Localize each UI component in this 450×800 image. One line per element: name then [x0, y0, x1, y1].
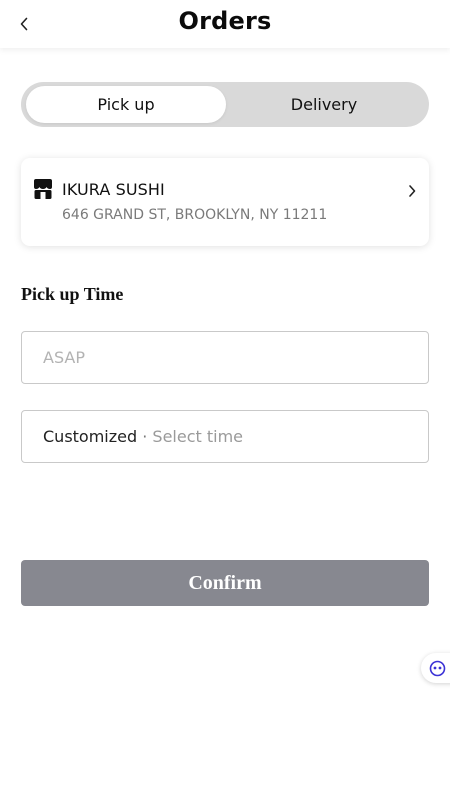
- customized-time-field[interactable]: Customized · Select time: [21, 410, 429, 463]
- confirm-button[interactable]: Confirm: [21, 560, 429, 606]
- header-bar: Orders: [0, 0, 450, 48]
- back-button[interactable]: [12, 10, 36, 38]
- customized-time-text: Customized · Select time: [43, 427, 243, 446]
- asap-time-field[interactable]: ASAP: [21, 331, 429, 384]
- store-card[interactable]: IKURA SUSHI 646 GRAND ST, BROOKLYN, NY 1…: [21, 158, 429, 246]
- select-time-placeholder: Select time: [152, 427, 244, 446]
- pickup-tab[interactable]: Pick up: [26, 86, 226, 123]
- storefront-icon: [34, 179, 52, 199]
- delivery-tab[interactable]: Delivery: [224, 86, 424, 123]
- chevron-right-icon: [409, 185, 416, 197]
- pickup-time-heading: Pick up Time: [21, 284, 124, 304]
- store-name: IKURA SUSHI: [62, 180, 165, 199]
- page-title: Orders: [178, 7, 272, 35]
- store-address: 646 GRAND ST, BROOKLYN, NY 11211: [62, 207, 328, 223]
- customized-separator: ·: [142, 427, 148, 446]
- chat-bot-icon: [429, 660, 446, 677]
- customized-label: Customized: [43, 427, 138, 446]
- order-type-toggle: Pick up Delivery: [21, 82, 429, 127]
- asap-placeholder: ASAP: [43, 348, 85, 367]
- assistant-button[interactable]: [421, 653, 450, 683]
- chevron-left-icon: [20, 17, 28, 31]
